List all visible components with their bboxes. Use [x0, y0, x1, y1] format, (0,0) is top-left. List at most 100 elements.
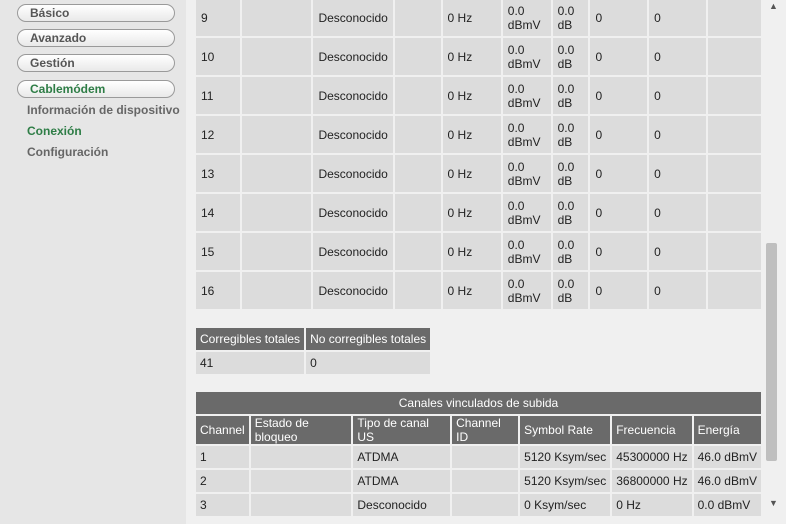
- upstream-cell: 0 Hz: [612, 494, 692, 516]
- vertical-scrollbar[interactable]: ▲ ▼: [763, 0, 786, 524]
- ds-snr-cell: 0.0 dB: [552, 38, 589, 75]
- upstream-column-header: Estado de bloqueo: [250, 416, 352, 444]
- subnav-informacion-dispositivo[interactable]: Información de dispositivo: [27, 103, 180, 117]
- ds-blank-cell: [394, 116, 441, 153]
- ds-power-unit: dBmV: [507, 212, 541, 227]
- upstream-cell: [250, 470, 352, 492]
- sidebar: Básico Avanzado Gestión Cablemódem Infor…: [0, 0, 186, 524]
- upstream-cell: 36800000 Hz: [612, 470, 692, 492]
- ds-power-value: 0.0: [507, 120, 525, 135]
- ds-snr-value: 0.0: [557, 276, 575, 291]
- upstream-cell: [452, 470, 519, 492]
- ds-snr-cell: 0.0 dB: [552, 116, 589, 153]
- subnav-conexion[interactable]: Conexión: [27, 124, 82, 138]
- scroll-down-arrow-icon[interactable]: ▼: [769, 498, 778, 508]
- ds-lock-cell: [242, 0, 312, 36]
- ds-power-unit: dBmV: [507, 95, 541, 110]
- ds-uncorrectable-cell: 0: [649, 0, 706, 36]
- upstream-cell: ATDMA: [353, 446, 451, 468]
- ds-status-cell: Desconocido: [313, 38, 393, 75]
- table-row: 9 Desconocido 0 Hz 0.0 dBmV 0.0 dB 0 0: [196, 0, 761, 36]
- table-row: 11 Desconocido 0 Hz 0.0 dBmV 0.0 dB 0 0: [196, 77, 761, 114]
- ds-correctable-cell: 0: [590, 272, 648, 309]
- ds-channel-cell: 11: [196, 77, 241, 114]
- ds-snr-cell: 0.0 dB: [552, 155, 589, 192]
- upstream-cell: 46.0 dBmV: [693, 446, 761, 468]
- ds-status-cell: Desconocido: [313, 77, 393, 114]
- ds-blank-cell: [394, 77, 441, 114]
- ds-snr-value: 0.0: [557, 159, 575, 174]
- upstream-table-caption: Canales vinculados de subida: [196, 392, 761, 414]
- table-row: 2 ATDMA 5120 Ksym/sec 36800000 Hz 46.0 dBmV: [196, 470, 761, 492]
- ds-status-cell: Desconocido: [313, 272, 393, 309]
- ds-snr-value: 0.0: [557, 237, 575, 252]
- ds-power-unit: dBmV: [507, 134, 541, 149]
- ds-snr-unit: dB: [557, 173, 573, 188]
- codeword-totals-table: Corregibles totales No corregibles total…: [194, 326, 432, 376]
- upstream-column-header: Symbol Rate: [520, 416, 611, 444]
- ds-frequency-cell: 0 Hz: [442, 77, 501, 114]
- ds-lock-cell: [242, 116, 312, 153]
- scrollbar-thumb[interactable]: [766, 243, 777, 461]
- ds-uncorrectable-cell: 0: [649, 272, 706, 309]
- nav-gestion-button[interactable]: Gestión: [17, 54, 175, 72]
- totals-header-correctable: Corregibles totales: [196, 328, 305, 350]
- upstream-cell: ATDMA: [353, 470, 451, 492]
- upstream-column-header: Frecuencia: [612, 416, 692, 444]
- ds-trailing-cell: [707, 38, 761, 75]
- ds-snr-unit: dB: [557, 251, 573, 266]
- upstream-column-header: Channel: [196, 416, 249, 444]
- nav-avanzado-button[interactable]: Avanzado: [17, 29, 175, 47]
- nav-basico-button[interactable]: Básico: [17, 4, 175, 22]
- ds-channel-cell: 12: [196, 116, 241, 153]
- ds-frequency-cell: 0 Hz: [442, 233, 501, 270]
- ds-power-value: 0.0: [507, 276, 525, 291]
- ds-correctable-cell: 0: [590, 116, 648, 153]
- ds-power-cell: 0.0 dBmV: [502, 272, 551, 309]
- ds-lock-cell: [242, 272, 312, 309]
- ds-status-cell: Desconocido: [313, 194, 393, 231]
- table-row: 15 Desconocido 0 Hz 0.0 dBmV 0.0 dB 0 0: [196, 233, 761, 270]
- ds-frequency-cell: 0 Hz: [442, 194, 501, 231]
- upstream-cell: [250, 446, 352, 468]
- upstream-column-header: Energía: [693, 416, 761, 444]
- ds-correctable-cell: 0: [590, 194, 648, 231]
- ds-power-unit: dBmV: [507, 251, 541, 266]
- upstream-cell: 5120 Ksym/sec: [520, 470, 611, 492]
- ds-channel-cell: 10: [196, 38, 241, 75]
- ds-snr-unit: dB: [557, 56, 573, 71]
- ds-power-cell: 0.0 dBmV: [502, 155, 551, 192]
- ds-snr-value: 0.0: [557, 120, 575, 135]
- totals-uncorrectable-value: 0: [306, 352, 431, 374]
- totals-header-uncorrectable: No corregibles totales: [306, 328, 431, 350]
- ds-correctable-cell: 0: [590, 0, 648, 36]
- ds-channel-cell: 15: [196, 233, 241, 270]
- table-row: 16 Desconocido 0 Hz 0.0 dBmV 0.0 dB 0 0: [196, 272, 761, 309]
- table-row: 12 Desconocido 0 Hz 0.0 dBmV 0.0 dB 0 0: [196, 116, 761, 153]
- ds-power-value: 0.0: [507, 159, 525, 174]
- ds-channel-cell: 14: [196, 194, 241, 231]
- table-row: 1 ATDMA 5120 Ksym/sec 45300000 Hz 46.0 dBmV: [196, 446, 761, 468]
- ds-status-cell: Desconocido: [313, 233, 393, 270]
- ds-power-cell: 0.0 dBmV: [502, 77, 551, 114]
- upstream-cell: 45300000 Hz: [612, 446, 692, 468]
- upstream-cell: Desconocido: [353, 494, 451, 516]
- ds-correctable-cell: 0: [590, 77, 648, 114]
- ds-uncorrectable-cell: 0: [649, 38, 706, 75]
- scroll-up-arrow-icon[interactable]: ▲: [769, 1, 778, 11]
- upstream-cell: [452, 494, 519, 516]
- ds-power-value: 0.0: [507, 237, 525, 252]
- ds-blank-cell: [394, 194, 441, 231]
- upstream-cell: 2: [196, 470, 249, 492]
- ds-status-cell: Desconocido: [313, 116, 393, 153]
- nav-cablemodem-button[interactable]: Cablemódem: [17, 80, 175, 98]
- ds-correctable-cell: 0: [590, 38, 648, 75]
- ds-blank-cell: [394, 38, 441, 75]
- subnav-configuracion[interactable]: Configuración: [27, 145, 108, 159]
- table-row: 14 Desconocido 0 Hz 0.0 dBmV 0.0 dB 0 0: [196, 194, 761, 231]
- table-row: 10 Desconocido 0 Hz 0.0 dBmV 0.0 dB 0 0: [196, 38, 761, 75]
- upstream-cell: 0.0 dBmV: [693, 494, 761, 516]
- ds-trailing-cell: [707, 77, 761, 114]
- ds-snr-cell: 0.0 dB: [552, 77, 589, 114]
- ds-uncorrectable-cell: 0: [649, 233, 706, 270]
